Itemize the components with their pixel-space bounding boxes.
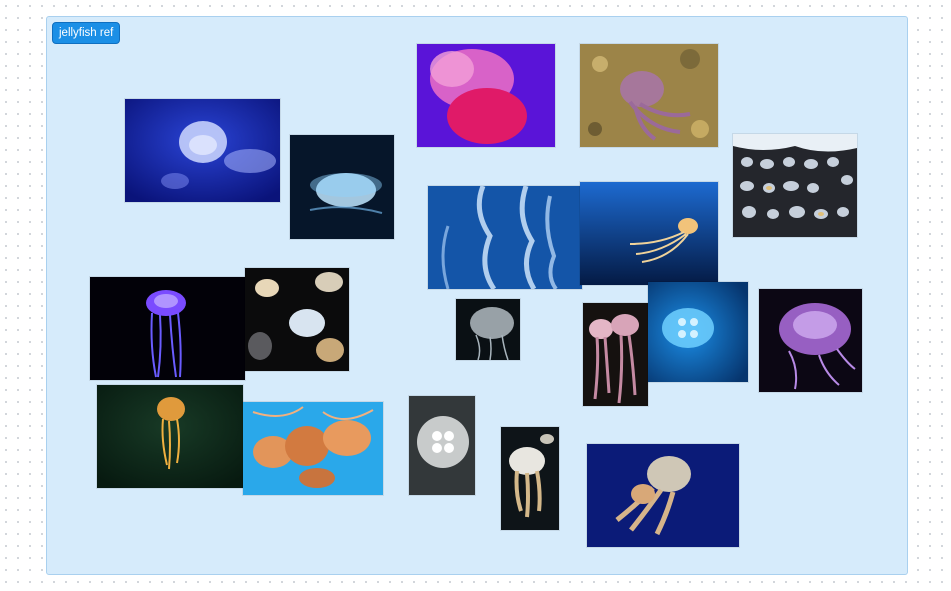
image-moon-jelly-grey[interactable] xyxy=(409,396,475,495)
image-moon-jelly-cyan[interactable] xyxy=(648,282,748,382)
image-sea-nettle-deep-blue[interactable] xyxy=(580,182,718,285)
image-orange-jelly-green[interactable] xyxy=(97,385,243,488)
image-spotted-jelly-navy[interactable] xyxy=(587,444,739,547)
image-purple-jelly-black[interactable] xyxy=(90,277,245,380)
image-white-spotted-jellies[interactable] xyxy=(501,427,559,530)
frame-title-label[interactable]: jellyfish ref xyxy=(52,22,121,44)
image-pink-jelly-purple-bg[interactable] xyxy=(417,44,555,147)
image-sea-nettles-cyan[interactable] xyxy=(243,402,383,495)
image-moon-jelly-glowing[interactable] xyxy=(290,135,394,239)
image-comb-jelly-tentacles[interactable] xyxy=(428,186,582,289)
image-moon-jelly-dark[interactable] xyxy=(456,299,520,360)
image-pink-jellies-dark[interactable] xyxy=(583,303,648,406)
image-violet-jelly-black[interactable] xyxy=(759,289,862,392)
image-jellyfish-species-chart[interactable] xyxy=(733,134,857,237)
image-moon-jellies-blue[interactable] xyxy=(125,99,280,202)
image-spotted-jellies-black[interactable] xyxy=(245,268,349,371)
image-purple-jelly-sand[interactable] xyxy=(580,44,718,147)
